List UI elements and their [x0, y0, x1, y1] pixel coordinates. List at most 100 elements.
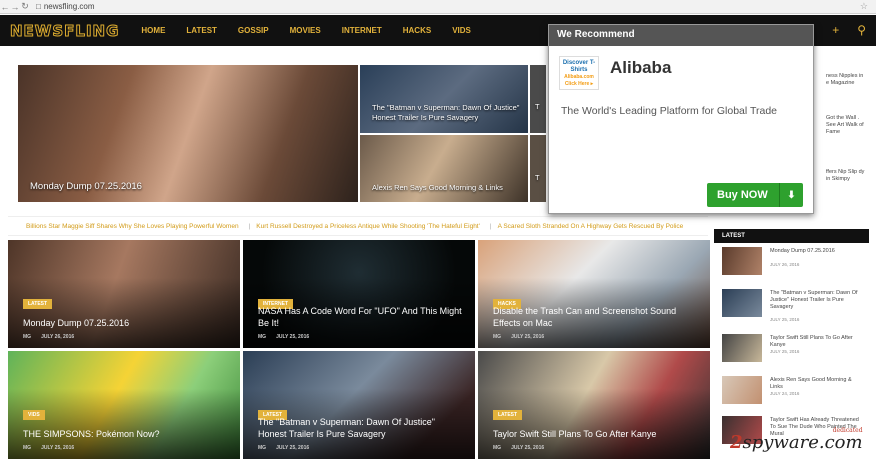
- card-title[interactable]: Monday Dump 07.25.2016: [23, 317, 230, 329]
- ticker-item[interactable]: Kurt Russell Destroyed a Priceless Antiq…: [249, 223, 480, 230]
- menu-gossip[interactable]: GOSSIP: [238, 26, 269, 35]
- card-title[interactable]: THE SIMPSONS: Pokémon Now?: [23, 428, 230, 440]
- featured-tile[interactable]: T: [530, 65, 546, 133]
- watermark-logo: 2spyware.com dedicated: [730, 427, 863, 453]
- article-card[interactable]: LATEST Taylor Swift Still Plans To Go Af…: [478, 351, 710, 459]
- sidebar-thumbnail[interactable]: [722, 334, 762, 362]
- featured-tile[interactable]: T: [530, 135, 546, 202]
- ad-title[interactable]: Alibaba: [610, 58, 671, 78]
- sidebar-item-title[interactable]: ffers Nip Slip dy in Skimpy: [826, 169, 865, 183]
- hero-title[interactable]: Monday Dump 07.25.2016: [30, 181, 142, 192]
- menu-hacks[interactable]: HACKS: [403, 26, 431, 35]
- sidebar-item[interactable]: Alexis Ren Says Good Morning & Links JUL…: [722, 376, 869, 412]
- card-meta: MG JULY 25, 2016: [493, 334, 544, 340]
- menu-vids[interactable]: VIDS: [452, 26, 471, 35]
- sidebar-item-date: JULY 24, 2016: [770, 391, 800, 396]
- card-date: JULY 26, 2016: [41, 334, 75, 340]
- category-badge[interactable]: LATEST: [23, 299, 53, 309]
- news-ticker: Billions Star Maggie Siff Shares Why She…: [8, 216, 708, 236]
- sidebar-item-title[interactable]: Taylor Swift Still Plans To Go After Kan…: [770, 335, 865, 349]
- watermark-part: spyware: [742, 432, 819, 453]
- ad-thumbnail-cta: Click Here ▸: [564, 81, 594, 87]
- featured-hero[interactable]: Monday Dump 07.25.2016: [18, 65, 358, 202]
- card-date: JULY 25, 2016: [511, 334, 545, 340]
- bookmark-star-icon[interactable]: ☆: [860, 1, 868, 12]
- card-author: MG: [258, 445, 267, 451]
- article-card[interactable]: VIDS THE SIMPSONS: Pokémon Now? MG JULY 2…: [8, 351, 240, 459]
- card-author: MG: [23, 334, 32, 340]
- ticker-item[interactable]: Billions Star Maggie Siff Shares Why She…: [26, 223, 239, 230]
- sidebar-item[interactable]: Monday Dump 07.25.2016 JULY 26, 2016: [722, 247, 869, 283]
- card-title[interactable]: Disable the Trash Can and Screenshot Sou…: [493, 305, 700, 329]
- buy-now-label: Buy NOW: [717, 189, 768, 201]
- sidebar-item-date: JULY 25, 2016: [770, 349, 800, 354]
- card-meta: MG JULY 25, 2016: [258, 334, 309, 340]
- card-date: JULY 25, 2016: [276, 334, 310, 340]
- card-date: JULY 25, 2016: [41, 445, 75, 451]
- menu-latest[interactable]: LATEST: [186, 26, 217, 35]
- sidebar-item[interactable]: Taylor Swift Still Plans To Go After Kan…: [722, 334, 869, 370]
- card-date: JULY 25, 2016: [276, 445, 310, 451]
- card-meta: MG JULY 25, 2016: [23, 445, 74, 451]
- sidebar-thumbnail[interactable]: [722, 376, 762, 404]
- ad-thumbnail-brand: Alibaba.com: [564, 74, 594, 80]
- sidebar-item-date: JULY 25, 2016: [770, 317, 800, 322]
- article-card[interactable]: INTERNET NASA Has A Code Word For "UFO" …: [243, 240, 475, 348]
- card-title[interactable]: The "Batman v Superman: Dawn Of Justice"…: [258, 416, 465, 440]
- buy-now-button[interactable]: Buy NOW ⬇: [707, 183, 803, 207]
- featured-tile[interactable]: The "Batman v Superman: Dawn Of Justice"…: [360, 65, 528, 133]
- site-logo[interactable]: NEWSFLING: [9, 21, 119, 40]
- sidebar-item-title[interactable]: Alexis Ren Says Good Morning & Links: [770, 377, 865, 391]
- sidebar-item-title[interactable]: Monday Dump 07.25.2016: [770, 248, 865, 255]
- tile-title[interactable]: Alexis Ren Says Good Morning & Links: [372, 183, 503, 192]
- card-title[interactable]: Taylor Swift Still Plans To Go After Kan…: [493, 428, 700, 440]
- category-badge[interactable]: VIDS: [23, 410, 45, 420]
- tile-title[interactable]: The "Batman v Superman: Dawn Of Justice"…: [372, 103, 520, 123]
- watermark-part: .com: [818, 432, 863, 453]
- address-bar[interactable]: □ newsfling.com: [36, 2, 95, 11]
- card-date: JULY 25, 2016: [511, 445, 545, 451]
- page-icon: □: [36, 2, 41, 11]
- ad-thumbnail[interactable]: Discover T-Shirts Alibaba.com Click Here ▸: [559, 56, 599, 90]
- ad-thumbnail-text: Discover T-Shirts: [562, 60, 596, 73]
- card-title[interactable]: NASA Has A Code Word For "UFO" And This …: [258, 305, 465, 329]
- sidebar-item-title[interactable]: Got the Wall . See Art Walk of Fame: [826, 115, 865, 136]
- main-menu: HOME LATEST GOSSIP MOVIES INTERNET HACKS…: [141, 26, 491, 35]
- sidebar-section-title: LATEST: [714, 229, 869, 243]
- sidebar-thumbnail[interactable]: [722, 247, 762, 275]
- ticker-item[interactable]: A Scared Sloth Stranded On A Highway Get…: [490, 223, 684, 230]
- card-author: MG: [258, 334, 267, 340]
- menu-movies[interactable]: MOVIES: [290, 26, 321, 35]
- watermark-part: 2: [730, 432, 743, 453]
- card-meta: MG JULY 26, 2016: [23, 334, 74, 340]
- search-icon[interactable]: ⚲: [857, 23, 866, 37]
- popup-header: We Recommend: [549, 25, 813, 46]
- back-icon[interactable]: ←: [0, 2, 10, 12]
- article-card[interactable]: LATEST Monday Dump 07.25.2016 MG JULY 26,…: [8, 240, 240, 348]
- tile-title: T: [535, 173, 540, 182]
- browser-toolbar: ← → ↻ □ newsfling.com ☆: [0, 0, 876, 14]
- sidebar-item-title[interactable]: ness Nipples in e Magazine: [826, 73, 865, 87]
- download-icon: ⬇: [779, 183, 803, 207]
- article-grid: LATEST Monday Dump 07.25.2016 MG JULY 26,…: [8, 240, 715, 465]
- forward-icon[interactable]: →: [10, 2, 20, 12]
- sidebar-item-date: JULY 26, 2016: [770, 262, 800, 267]
- sidebar-thumbnail[interactable]: [722, 289, 762, 317]
- url-text: newsfling.com: [43, 2, 95, 11]
- card-meta: MG JULY 25, 2016: [258, 445, 309, 451]
- article-card[interactable]: LATEST The "Batman v Superman: Dawn Of J…: [243, 351, 475, 459]
- reload-icon[interactable]: ↻: [20, 1, 30, 12]
- sidebar-item[interactable]: The "Batman v Superman: Dawn Of Justice"…: [722, 289, 869, 325]
- ad-description: The World's Leading Platform for Global …: [561, 105, 777, 117]
- card-meta: MG JULY 25, 2016: [493, 445, 544, 451]
- menu-home[interactable]: HOME: [141, 26, 165, 35]
- sidebar-item-title[interactable]: The "Batman v Superman: Dawn Of Justice"…: [770, 290, 865, 311]
- recommendation-popup[interactable]: We Recommend Discover T-Shirts Alibaba.co…: [548, 24, 814, 214]
- article-card[interactable]: HACKS Disable the Trash Can and Screensh…: [478, 240, 710, 348]
- plus-icon[interactable]: +: [832, 23, 839, 37]
- menu-internet[interactable]: INTERNET: [342, 26, 382, 35]
- category-badge[interactable]: LATEST: [493, 410, 523, 420]
- featured-tile[interactable]: Alexis Ren Says Good Morning & Links: [360, 135, 528, 202]
- card-author: MG: [23, 445, 32, 451]
- watermark-tag: dedicated: [832, 427, 863, 434]
